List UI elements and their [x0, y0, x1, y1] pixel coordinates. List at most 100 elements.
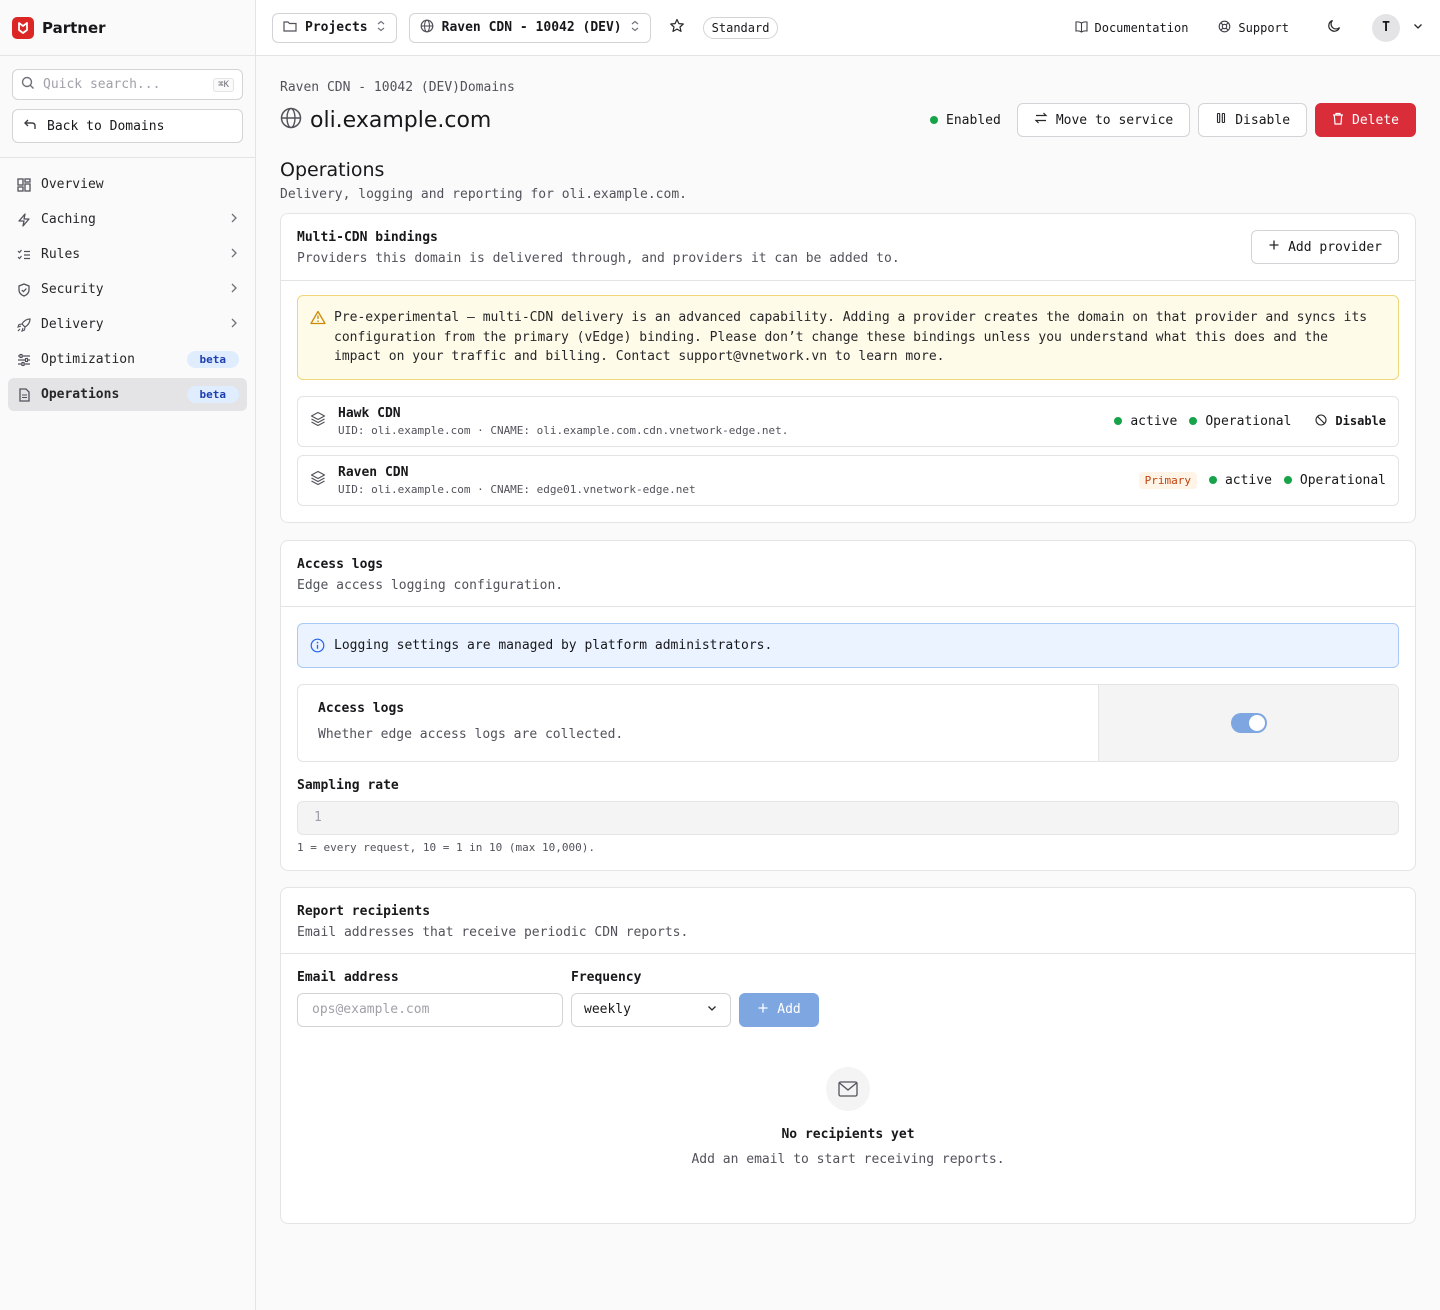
brand-logo-icon	[12, 16, 34, 39]
sidebar-item-label: Operations	[41, 387, 120, 402]
card-title: Report recipients	[297, 903, 431, 919]
status-badge: Enabled	[930, 113, 1001, 128]
toggle-title: Access logs	[318, 700, 405, 716]
brand-name: Partner	[42, 18, 106, 37]
documentation-link[interactable]: Documentation	[1074, 20, 1189, 36]
section-title: Operations	[280, 159, 385, 181]
disable-provider-button[interactable]: Disable	[1315, 413, 1386, 429]
card-description: Edge access logging configuration.	[297, 577, 564, 593]
sidebar-nav: Overview Caching Rules Security Delivery	[0, 158, 255, 423]
page-header: oli.example.com Enabled Move to service …	[280, 103, 1416, 137]
star-icon[interactable]	[663, 18, 691, 38]
globe-icon	[280, 107, 302, 133]
documentation-label: Documentation	[1094, 20, 1189, 35]
book-icon	[1074, 20, 1088, 36]
service-switcher[interactable]: Raven CDN - 10042 (DEV)	[408, 12, 651, 43]
disable-domain-button[interactable]: Disable	[1198, 103, 1308, 137]
quick-search-input[interactable]: Quick search... ⌘K	[12, 69, 243, 100]
provider-state: active	[1208, 472, 1272, 488]
beta-badge: beta	[186, 351, 239, 368]
chevron-down-icon	[706, 1002, 718, 1018]
brand[interactable]: Partner	[0, 0, 255, 56]
status-dot	[1114, 417, 1123, 425]
sidebar-item-overview[interactable]: Overview	[8, 168, 247, 201]
chevron-right-icon	[229, 282, 239, 297]
multi-cdn-card: Multi-CDN bindings Providers this domain…	[280, 213, 1416, 523]
sidebar-item-label: Overview	[41, 177, 104, 192]
provider-state-label: active	[1130, 413, 1178, 429]
access-logs-header: Access logs Edge access logging configur…	[281, 541, 1415, 606]
move-to-service-button[interactable]: Move to service	[1016, 103, 1191, 137]
plan-tag: Standard	[702, 16, 779, 39]
chevron-down-icon[interactable]	[1412, 20, 1424, 36]
service-label: Raven CDN - 10042 (DEV)	[441, 20, 622, 35]
projects-switcher[interactable]: Projects	[272, 12, 397, 43]
sampling-rate-label: Sampling rate	[297, 777, 399, 793]
sidebar-item-security[interactable]: Security	[8, 273, 247, 306]
toggle-cell	[1098, 684, 1398, 761]
folder-icon	[283, 19, 297, 37]
delete-domain-button[interactable]: Delete	[1315, 103, 1416, 137]
layers-icon	[310, 411, 326, 431]
add-provider-button[interactable]: Add provider	[1251, 230, 1399, 264]
multi-cdn-body: Pre-experimental — multi-CDN delivery is…	[281, 280, 1415, 522]
provider-name: Hawk CDN	[338, 405, 401, 421]
bolt-icon	[16, 212, 32, 228]
main-area: Projects Raven CDN - 10042 (DEV) Standar…	[256, 0, 1440, 1310]
report-recipients-body: Email address Frequency weekly	[281, 952, 1415, 1223]
access-logs-card: Access logs Edge access logging configur…	[280, 539, 1416, 871]
chevron-updown-icon	[630, 20, 640, 36]
moon-icon[interactable]	[1327, 18, 1342, 37]
empty-state: No recipients yet Add an email to start …	[297, 1027, 1399, 1207]
provider-meta: UID: oli.example.com · CNAME: edge01.vne…	[338, 482, 696, 496]
provider-state-label: active	[1224, 472, 1272, 488]
sidebar-item-caching[interactable]: Caching	[8, 203, 247, 236]
add-recipient-button[interactable]: Add	[739, 992, 819, 1027]
frequency-select[interactable]: weekly	[571, 992, 731, 1027]
page-title: oli.example.com	[310, 107, 492, 133]
ban-icon	[1315, 413, 1327, 429]
toggle-description: Whether edge access logs are collected.	[318, 726, 624, 742]
access-logs-toggle-row: Access logs Whether edge access logs are…	[297, 683, 1399, 762]
experimental-warning: Pre-experimental — multi-CDN delivery is…	[297, 295, 1399, 380]
provider-name: Raven CDN	[338, 464, 409, 480]
shield-icon	[16, 282, 32, 298]
empty-description: Add an email to start receiving reports.	[691, 1151, 1005, 1167]
email-field[interactable]	[297, 992, 563, 1027]
provider-state: active	[1114, 414, 1177, 429]
access-logs-switch[interactable]	[1230, 712, 1267, 733]
sliders-icon	[16, 352, 32, 368]
sidebar-item-delivery[interactable]: Delivery	[8, 308, 247, 341]
sampling-rate-hint: 1 = every request, 10 = 1 in 10 (max 10,…	[297, 840, 596, 854]
status-dot	[1208, 476, 1217, 484]
provider-health-label: Operational	[1205, 413, 1292, 429]
provider-meta: UID: oli.example.com · CNAME: oli.exampl…	[338, 423, 789, 437]
status-dot	[1283, 476, 1292, 484]
user-avatar[interactable]: T	[1372, 13, 1400, 42]
email-label: Email address	[297, 969, 399, 985]
card-title: Access logs	[297, 556, 384, 572]
trash-icon	[1332, 112, 1344, 129]
globe-icon	[420, 19, 434, 37]
disable-provider-label: Disable	[1335, 414, 1386, 428]
status-dot	[930, 116, 939, 124]
sidebar-item-operations[interactable]: Operations beta	[8, 378, 247, 411]
breadcrumb[interactable]: Raven CDN - 10042 (DEV)Domains	[280, 80, 1416, 95]
sidebar-item-label: Delivery	[41, 317, 104, 332]
sampling-rate-input[interactable]: 1	[297, 800, 1399, 835]
provider-health-label: Operational	[1299, 472, 1386, 488]
app-root: Partner Quick search... ⌘K Back to Domai…	[0, 0, 1440, 1310]
sidebar-item-label: Optimization	[41, 352, 135, 367]
support-link[interactable]: Support	[1218, 20, 1289, 36]
sidebar-item-optimization[interactable]: Optimization beta	[8, 343, 247, 376]
frequency-label: Frequency	[571, 969, 642, 985]
plus-icon	[1268, 239, 1280, 255]
search-placeholder: Quick search...	[43, 77, 161, 92]
back-to-domains-button[interactable]: Back to Domains	[12, 109, 243, 143]
card-description: Providers this domain is delivered throu…	[297, 251, 900, 266]
search-shortcut-badge: ⌘K	[213, 77, 234, 92]
sidebar-item-rules[interactable]: Rules	[8, 238, 247, 271]
add-recipient-label: Add	[777, 1002, 801, 1017]
mail-icon	[826, 1066, 870, 1111]
status-dot	[1189, 417, 1198, 425]
